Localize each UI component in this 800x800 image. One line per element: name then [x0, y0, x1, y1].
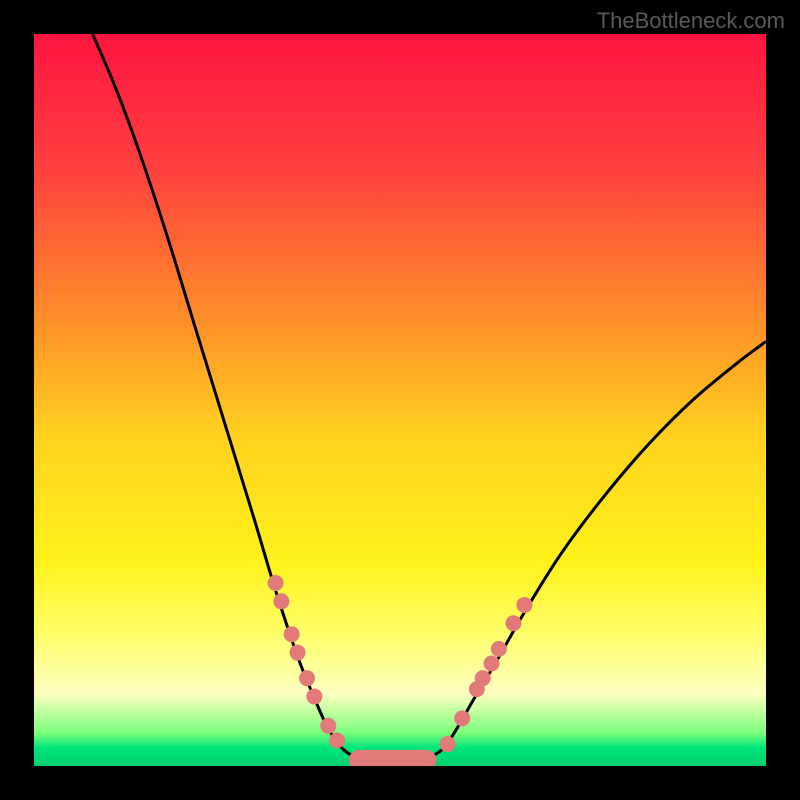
scatter-marker [454, 710, 470, 726]
scatter-marker [440, 736, 456, 752]
scatter-marker [290, 645, 306, 661]
scatter-marker [306, 688, 322, 704]
scatter-marker [284, 626, 300, 642]
scatter-marker [320, 718, 336, 734]
scatter-marker [273, 593, 289, 609]
scatter-marker [516, 597, 532, 613]
scatter-marker [491, 641, 507, 657]
chart-plot-area [34, 34, 766, 766]
scatter-marker [299, 670, 315, 686]
scatter-marker [505, 615, 521, 631]
watermark: TheBottleneck.com [597, 8, 785, 34]
scatter-marker [329, 732, 345, 748]
chart-svg [34, 34, 766, 766]
scatter-marker [484, 656, 500, 672]
scatter-marker [475, 670, 491, 686]
gradient-background [34, 34, 766, 766]
scatter-marker [268, 575, 284, 591]
bottom-plateau [349, 750, 437, 766]
